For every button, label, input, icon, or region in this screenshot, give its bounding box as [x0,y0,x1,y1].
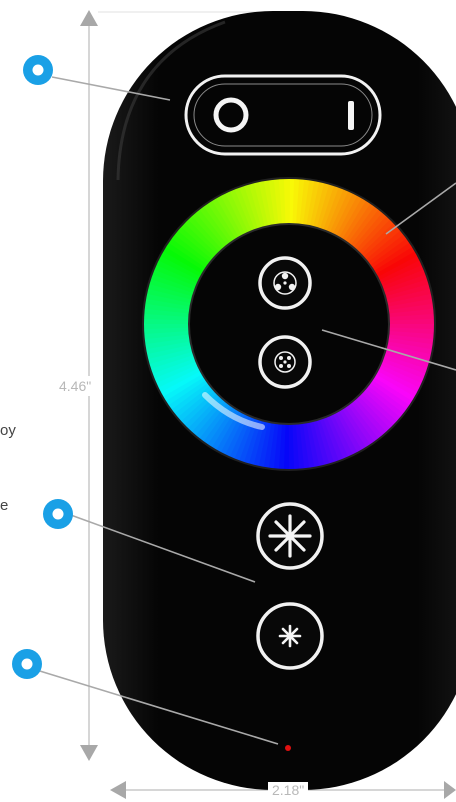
height-arrow-bottom-icon [80,745,98,761]
width-dimension-label: 2.18" [268,782,309,798]
edge-text-fragment-2: e [0,497,9,514]
indicator-led [285,745,291,751]
height-dimension-label: 4.46" [59,376,92,396]
callout-brightness-buttons[interactable] [43,499,73,529]
mode-down-button[interactable] [258,335,312,389]
width-arrow-left-icon [110,781,126,799]
color-ring-center [189,224,389,424]
power-on-bar-icon[interactable] [348,101,354,130]
brightness-down-button[interactable] [256,602,324,670]
edge-text-fragment-1: oy [0,422,16,439]
height-arrow-top-icon [80,10,98,26]
callout-power-switch[interactable] [23,55,53,85]
small-asterisk-icon [278,624,302,648]
brightness-up-button[interactable] [256,502,324,570]
remote-diagram [12,10,456,799]
callout-indicator-led[interactable] [12,649,42,679]
mode-up-button[interactable] [258,256,312,310]
width-arrow-right-icon [444,781,456,799]
large-asterisk-icon [268,514,312,558]
